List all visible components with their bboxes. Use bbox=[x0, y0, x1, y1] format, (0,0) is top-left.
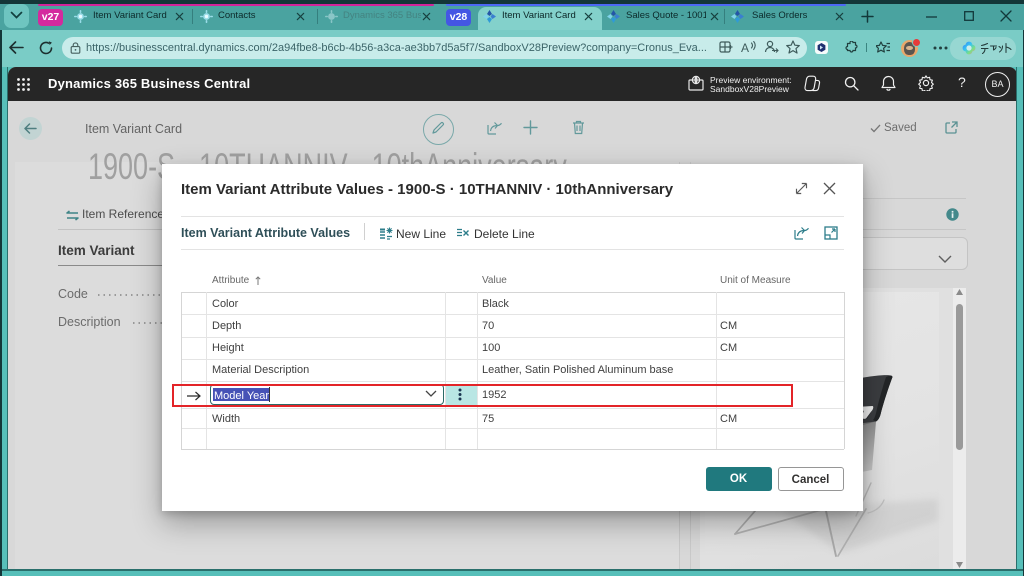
svg-text:A: A bbox=[741, 41, 749, 54]
